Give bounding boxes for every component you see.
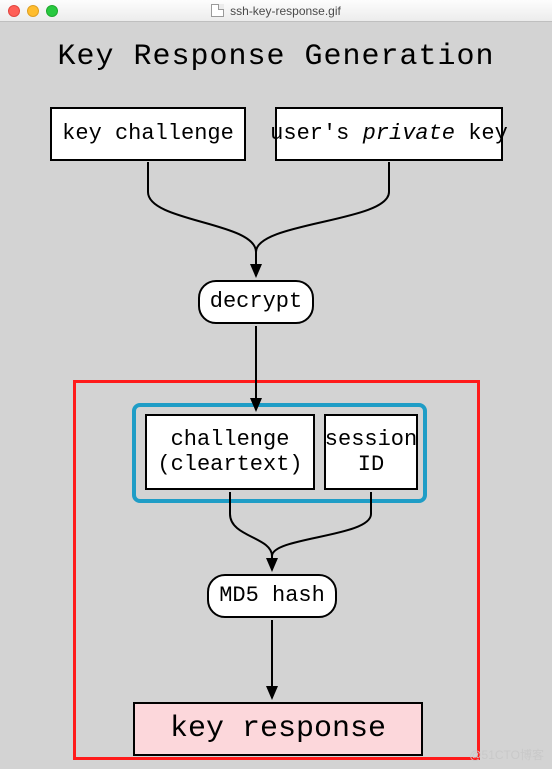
close-icon[interactable] [8, 5, 20, 17]
node-key-challenge: key challenge [50, 107, 246, 161]
zoom-icon[interactable] [46, 5, 58, 17]
text: user's [270, 121, 362, 146]
window-titlebar: ssh-key-response.gif [0, 0, 552, 22]
node-private-key: user's private key [275, 107, 503, 161]
diagram-canvas: Key Response Generation key challenge us… [0, 22, 552, 769]
text-emph: private [363, 121, 455, 146]
file-icon [211, 4, 224, 17]
text: key [455, 121, 508, 146]
window-title: ssh-key-response.gif [230, 4, 341, 18]
watermark: @51CTO博客 [469, 746, 544, 763]
diagram-title: Key Response Generation [0, 40, 552, 74]
traffic-lights [8, 5, 58, 17]
node-decrypt: decrypt [198, 280, 314, 324]
minimize-icon[interactable] [27, 5, 39, 17]
highlight-blue [132, 403, 427, 503]
